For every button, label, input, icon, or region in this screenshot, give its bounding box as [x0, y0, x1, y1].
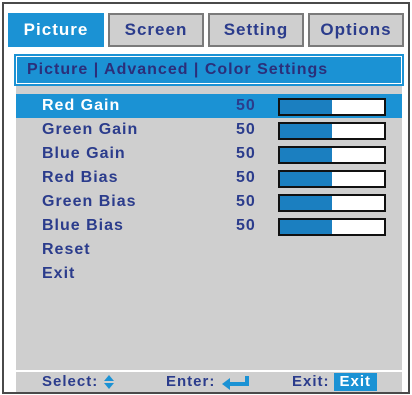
setting-row-blue-bias[interactable]: Blue Bias 50	[16, 214, 402, 238]
level-bar-fill	[280, 220, 332, 234]
setting-label: Exit	[42, 265, 76, 282]
level-bar-fill	[280, 196, 332, 210]
setting-label: Red Gain	[42, 97, 121, 114]
footer-select-hint: Select:	[42, 372, 115, 392]
setting-row-red-bias[interactable]: Red Bias 50	[16, 166, 402, 190]
setting-row-green-gain[interactable]: Green Gain 50	[16, 118, 402, 142]
footer-enter-label: Enter:	[166, 373, 216, 390]
level-bar[interactable]	[278, 146, 386, 164]
tab-options[interactable]: Options	[308, 13, 404, 47]
osd-menu-frame: Picture Screen Setting Options Picture |…	[2, 2, 410, 394]
level-bar-fill	[280, 100, 332, 114]
setting-label: Blue Bias	[42, 217, 124, 234]
setting-value: 50	[236, 217, 256, 234]
level-bar-fill	[280, 148, 332, 162]
settings-panel: Red Gain 50 Green Gain 50 Blue Gain 50 R…	[16, 86, 402, 370]
setting-value: 50	[236, 121, 256, 138]
level-bar-fill	[280, 124, 332, 138]
footer-exit-label: Exit:	[292, 373, 330, 390]
setting-row-red-gain[interactable]: Red Gain 50	[16, 94, 402, 118]
level-bar[interactable]	[278, 218, 386, 236]
setting-row-blue-gain[interactable]: Blue Gain 50	[16, 142, 402, 166]
level-bar-fill	[280, 172, 332, 186]
setting-value: 50	[236, 169, 256, 186]
setting-label: Reset	[42, 241, 91, 258]
level-bar[interactable]	[278, 122, 386, 140]
up-down-arrow-icon	[103, 373, 115, 390]
tab-bar: Picture Screen Setting Options	[8, 13, 404, 47]
tab-picture[interactable]: Picture	[8, 13, 104, 47]
breadcrumb-text: Picture | Advanced | Color Settings	[27, 61, 329, 78]
setting-row-green-bias[interactable]: Green Bias 50	[16, 190, 402, 214]
setting-label: Green Bias	[42, 193, 137, 210]
setting-label: Green Gain	[42, 121, 139, 138]
breadcrumb: Picture | Advanced | Color Settings	[14, 54, 404, 86]
setting-value: 50	[236, 145, 256, 162]
setting-label: Blue Gain	[42, 145, 126, 162]
exit-badge[interactable]: Exit	[333, 373, 378, 391]
enter-return-icon	[221, 373, 251, 391]
footer-exit-hint: Exit: Exit	[292, 372, 378, 392]
tab-setting[interactable]: Setting	[208, 13, 304, 47]
setting-row-exit[interactable]: Exit	[16, 262, 402, 286]
setting-value: 50	[236, 97, 256, 114]
footer-select-label: Select:	[42, 373, 99, 390]
setting-row-reset[interactable]: Reset	[16, 238, 402, 262]
setting-label: Red Bias	[42, 169, 119, 186]
footer-enter-hint: Enter:	[166, 372, 251, 392]
footer-hint-bar: Select: Enter: Exit: Exit	[16, 372, 402, 392]
tab-screen[interactable]: Screen	[108, 13, 204, 47]
setting-value: 50	[236, 193, 256, 210]
level-bar[interactable]	[278, 194, 386, 212]
level-bar[interactable]	[278, 170, 386, 188]
level-bar[interactable]	[278, 98, 386, 116]
